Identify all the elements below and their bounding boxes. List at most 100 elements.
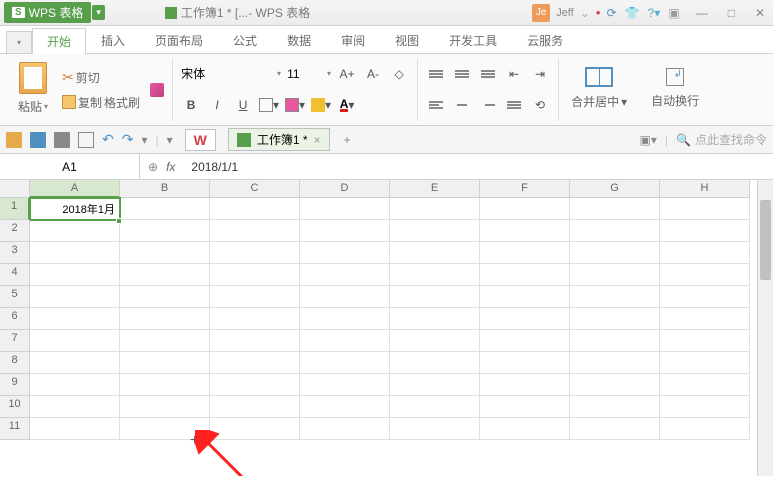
cell[interactable] [480,418,570,440]
cell[interactable] [210,396,300,418]
shrink-font-button[interactable]: A- [363,64,383,84]
cell[interactable] [30,220,120,242]
tab-review[interactable]: 审阅 [326,27,380,53]
row-header[interactable]: 4 [0,264,30,286]
align-right-button[interactable] [478,95,498,115]
tab-close-icon[interactable]: × [314,133,321,147]
align-bottom-button[interactable] [478,64,498,84]
name-box[interactable]: A1 [0,154,140,179]
font-name-select[interactable]: 宋体▾ [181,65,281,82]
cell[interactable] [660,330,750,352]
col-header-e[interactable]: E [390,180,480,198]
clear-format-button[interactable]: ◇ [389,64,409,84]
cell[interactable] [390,418,480,440]
cell[interactable] [300,418,390,440]
cell[interactable] [300,198,390,220]
col-header-h[interactable]: H [660,180,750,198]
cell[interactable]: 2018年1月 [30,198,120,220]
cell[interactable] [30,418,120,440]
cell[interactable] [570,198,660,220]
cell[interactable] [390,374,480,396]
cell[interactable] [300,330,390,352]
file-menu-dropdown[interactable]: ▾ [6,31,32,53]
bold-button[interactable]: B [181,95,201,115]
cell[interactable] [660,220,750,242]
workbook-tab[interactable]: 工作簿1 * × [228,128,330,151]
redo-icon[interactable]: ↷ [122,131,134,148]
cell[interactable] [480,352,570,374]
cell[interactable] [390,308,480,330]
spreadsheet-grid[interactable]: A B C D E F G H [0,180,773,198]
cell[interactable] [660,242,750,264]
cell[interactable] [660,352,750,374]
cell[interactable] [570,352,660,374]
cell[interactable] [390,242,480,264]
cell[interactable] [210,352,300,374]
panel-icon[interactable]: ▣ [668,6,679,20]
cell[interactable] [300,264,390,286]
cell[interactable] [210,308,300,330]
paste-button[interactable]: 粘贴▾ [14,96,52,117]
cell[interactable] [570,286,660,308]
undo-icon[interactable]: ↶ [102,131,114,148]
cell[interactable] [120,308,210,330]
cell[interactable] [570,220,660,242]
qat-more[interactable]: ▾ [141,133,147,147]
cell[interactable] [120,374,210,396]
grow-font-button[interactable]: A+ [337,64,357,84]
row-header[interactable]: 9 [0,374,30,396]
select-all-corner[interactable] [0,180,30,198]
scroll-thumb[interactable] [760,200,771,280]
cell[interactable] [120,198,210,220]
cell[interactable] [390,264,480,286]
formula-input[interactable]: 2018/1/1 [183,160,246,174]
cell[interactable] [30,264,120,286]
wps-home-tab[interactable]: W [185,129,216,151]
tab-insert[interactable]: 插入 [86,27,140,53]
cell[interactable] [210,286,300,308]
user-avatar[interactable]: Je [532,4,550,22]
underline-button[interactable]: U [233,95,253,115]
user-area[interactable]: Je Jeff ⌄ ● [532,4,600,22]
cell[interactable] [30,308,120,330]
sync-icon[interactable]: ⟳ [607,6,617,20]
wps-logo[interactable]: S WPS 表格 [4,2,91,23]
copy-button[interactable]: 复制 格式刷 [58,92,144,113]
row-header[interactable]: 11 [0,418,30,440]
col-header-a[interactable]: A [30,180,120,198]
format-painter-button[interactable]: 格式刷 [104,94,140,111]
cell[interactable] [30,242,120,264]
orientation-button[interactable]: ⟲ [530,95,550,115]
row-header[interactable]: 10 [0,396,30,418]
cell[interactable] [30,374,120,396]
minimize-button[interactable]: — [692,6,712,20]
italic-button[interactable]: I [207,95,227,115]
cell-style-button[interactable]: ▾ [285,95,305,115]
font-color-button[interactable]: A▾ [337,95,357,115]
tab-start[interactable]: 开始 [32,28,86,54]
tshirt-icon[interactable]: 👕 [625,6,640,20]
row-header[interactable]: 7 [0,330,30,352]
cell[interactable] [480,286,570,308]
cell[interactable] [660,396,750,418]
col-header-b[interactable]: B [120,180,210,198]
cell[interactable] [390,286,480,308]
justify-button[interactable] [504,95,524,115]
cell[interactable] [480,198,570,220]
qat-dropdown[interactable]: ▾ [167,133,173,147]
cell[interactable] [210,330,300,352]
zoom-icon[interactable]: ⊕ [148,160,158,174]
cell[interactable] [30,352,120,374]
cell[interactable] [570,396,660,418]
cell[interactable] [120,352,210,374]
tab-layout[interactable]: 页面布局 [140,27,218,53]
col-header-g[interactable]: G [570,180,660,198]
cell[interactable] [390,396,480,418]
cell[interactable] [390,330,480,352]
tab-view[interactable]: 视图 [380,27,434,53]
open-icon[interactable] [6,132,22,148]
print-icon[interactable] [54,132,70,148]
cell[interactable] [300,220,390,242]
border-button[interactable]: ▾ [259,95,279,115]
font-size-select[interactable]: 11▾ [287,67,331,81]
